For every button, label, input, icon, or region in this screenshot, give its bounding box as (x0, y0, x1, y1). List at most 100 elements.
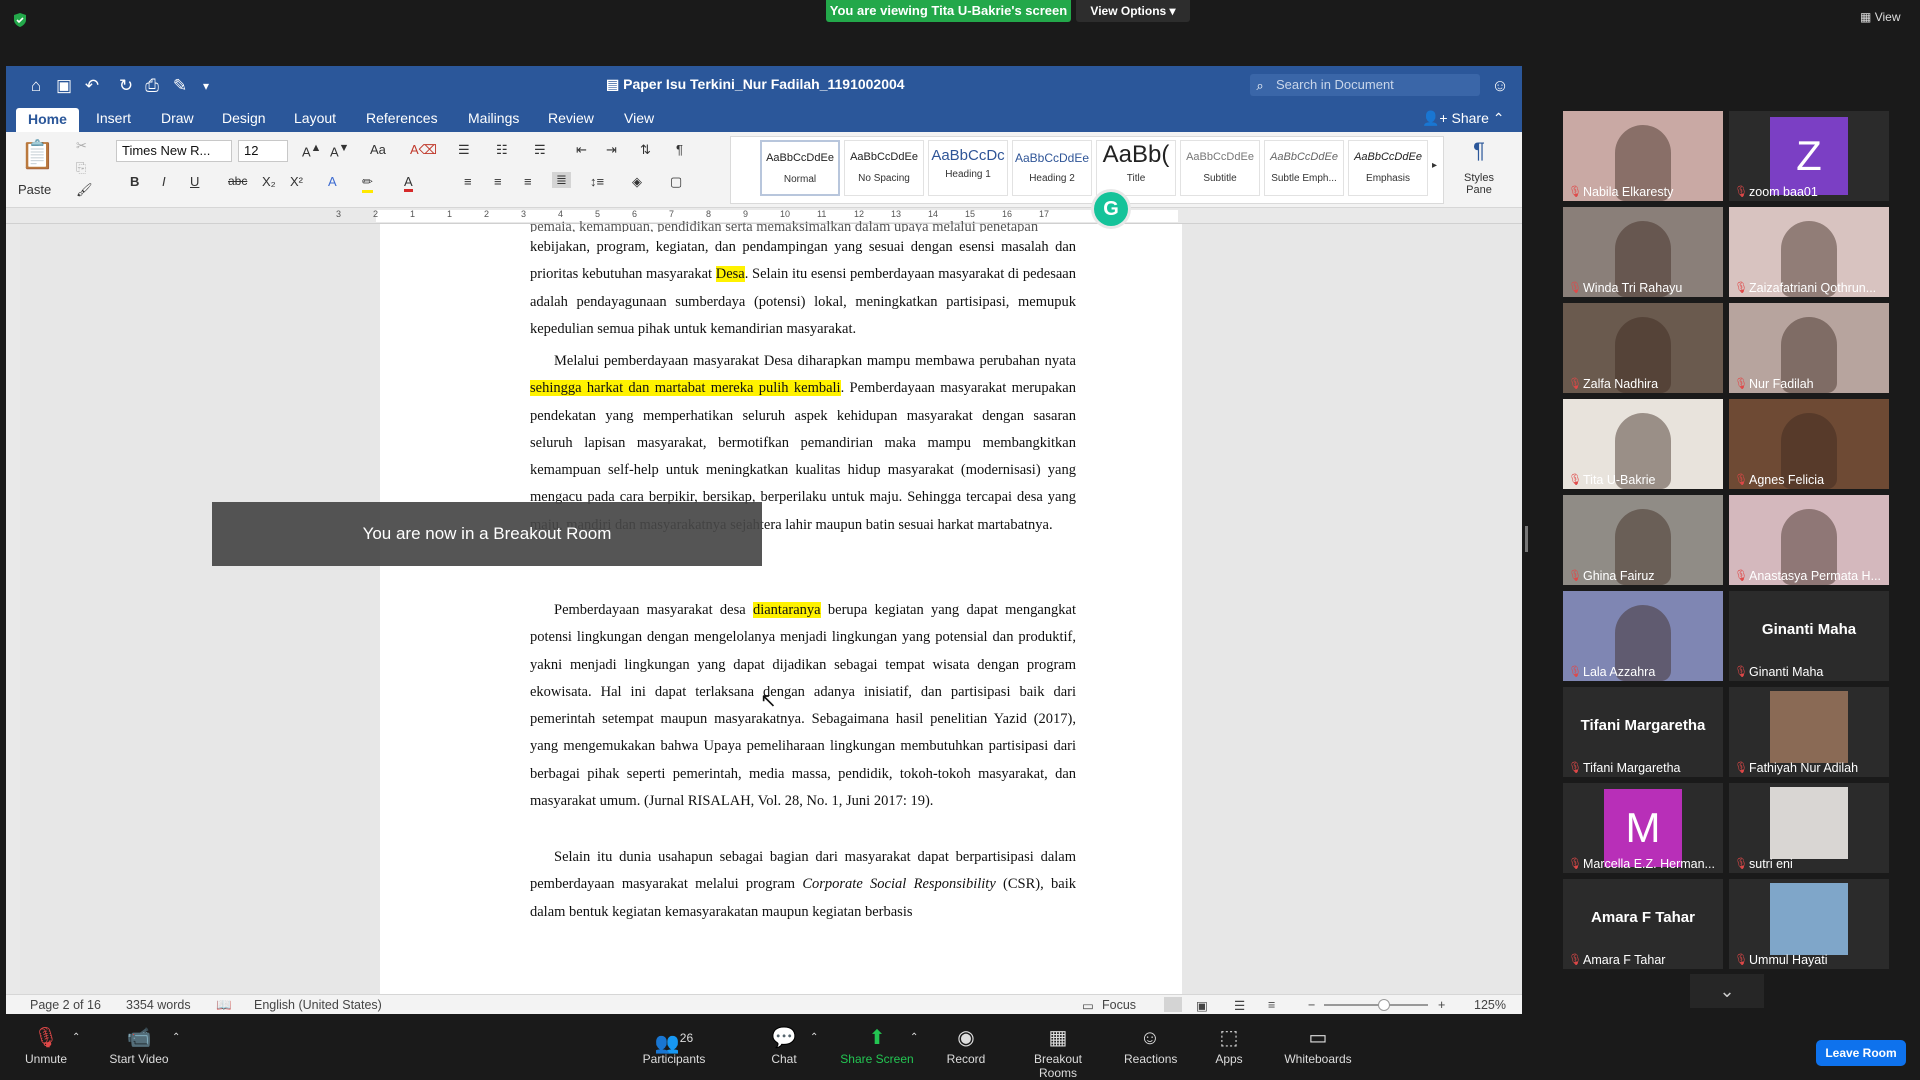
grow-font-icon[interactable]: A▲ (302, 142, 321, 159)
justify-icon[interactable]: ≣ (552, 172, 571, 188)
vertical-ruler[interactable] (6, 224, 20, 994)
clear-formatting-icon[interactable]: A⌫ (410, 142, 437, 158)
apps-button[interactable]: ⬚ Apps (1212, 1020, 1246, 1066)
language-indicator[interactable]: English (United States) (254, 998, 382, 1012)
participant-tile[interactable]: 🎙 Zalfa Nadhira (1563, 303, 1723, 393)
edit-icon[interactable]: ✎ (170, 76, 190, 96)
tab-review[interactable]: Review (548, 110, 594, 126)
align-center-icon[interactable]: ≡ (494, 174, 502, 189)
underline-button[interactable]: U (190, 174, 199, 189)
gallery-more-icon[interactable]: ▸ (1432, 160, 1437, 171)
start-video-button[interactable]: 📹 Start Video (104, 1020, 174, 1066)
draft-view-icon[interactable]: ≡ (1268, 998, 1275, 1012)
participant-tile[interactable]: 🎙 sutri eni (1729, 783, 1889, 873)
security-shield-icon[interactable] (12, 12, 28, 28)
participant-tile[interactable]: 🎙 Winda Tri Rahayu (1563, 207, 1723, 297)
home-icon[interactable]: ⌂ (26, 76, 46, 96)
paste-button[interactable]: Paste (18, 182, 51, 197)
share-screen-button[interactable]: ⬆ Share Screen (840, 1020, 914, 1066)
zoom-level[interactable]: 125% (1474, 998, 1506, 1012)
font-color-icon[interactable]: A (404, 174, 413, 192)
line-spacing-icon[interactable]: ↕≡ (590, 174, 604, 189)
text-effects-icon[interactable]: A (328, 174, 337, 189)
tab-design[interactable]: Design (222, 110, 266, 126)
highlight-color-icon[interactable]: ✏ (362, 174, 373, 193)
tab-references[interactable]: References (366, 110, 438, 126)
record-button[interactable]: ◉ Record (944, 1020, 988, 1066)
participant-tile[interactable]: 🎙 Fathiyah Nur Adilah (1729, 687, 1889, 777)
audio-options-chevron-icon[interactable]: ⌃ (72, 1032, 80, 1043)
font-name-select[interactable]: Times New R... (116, 140, 232, 162)
gallery-scroll-down-icon[interactable]: ⌄ (1690, 974, 1764, 1008)
word-count[interactable]: 3354 words (126, 998, 191, 1012)
tab-view[interactable]: View (624, 110, 654, 126)
borders-icon[interactable]: ▢ (670, 174, 682, 190)
view-options-button[interactable]: View Options ▾ (1076, 0, 1190, 22)
participant-tile[interactable]: 🎙 Agnes Felicia (1729, 399, 1889, 489)
tab-mailings[interactable]: Mailings (468, 110, 519, 126)
show-formatting-icon[interactable]: ¶ (676, 142, 683, 157)
unmute-button[interactable]: 🎙 Unmute (18, 1020, 74, 1066)
page-indicator[interactable]: Page 2 of 16 (30, 998, 101, 1012)
web-layout-icon[interactable]: ▣ (1196, 998, 1208, 1013)
share-options-chevron-icon[interactable]: ⌃ (910, 1032, 918, 1043)
panel-resize-handle[interactable] (1525, 526, 1528, 552)
styles-pane-icon[interactable]: ¶ (1454, 138, 1504, 164)
tab-insert[interactable]: Insert (96, 110, 131, 126)
subscript-button[interactable]: X₂ (262, 174, 276, 189)
undo-icon[interactable]: ↶ (82, 76, 102, 96)
change-case-icon[interactable]: Aa (370, 142, 386, 157)
video-options-chevron-icon[interactable]: ⌃ (172, 1032, 180, 1043)
reactions-button[interactable]: ☺ Reactions (1124, 1020, 1177, 1066)
zoom-slider[interactable] (1324, 1004, 1428, 1006)
participant-tile[interactable]: M 🎙 Marcella E.Z. Herman... (1563, 783, 1723, 873)
clipboard-icon[interactable]: 📋 (20, 138, 55, 178)
copy-icon[interactable]: ⎘ (76, 160, 86, 176)
view-button[interactable]: ▦ View (1860, 10, 1900, 24)
style-heading-1[interactable]: AaBbCcDc Heading 1 (928, 140, 1008, 196)
feedback-icon[interactable]: ☺ (1490, 76, 1510, 96)
participant-tile[interactable]: 🎙 Nabila Elkaresty (1563, 111, 1723, 201)
customize-toolbar-icon[interactable]: ▾ (196, 76, 216, 96)
participant-tile[interactable]: 🎙 Lala Azzahra (1563, 591, 1723, 681)
bullets-icon[interactable]: ☰ (458, 142, 470, 158)
format-painter-icon[interactable]: 🖌 (76, 182, 93, 198)
styles-pane-button[interactable]: Styles Pane (1452, 172, 1506, 196)
style-no-spacing[interactable]: AaBbCcDdEe No Spacing (844, 140, 924, 196)
focus-button[interactable]: Focus (1102, 998, 1136, 1012)
cut-icon[interactable]: ✂ (76, 138, 87, 154)
leave-room-button[interactable]: Leave Room (1816, 1040, 1906, 1066)
participant-tile[interactable]: 🎙 Ummul Hayati (1729, 879, 1889, 969)
tab-draw[interactable]: Draw (161, 110, 194, 126)
multilevel-list-icon[interactable]: ☴ (534, 142, 546, 158)
shading-icon[interactable]: ◈ (632, 174, 642, 190)
decrease-indent-icon[interactable]: ⇤ (576, 142, 587, 158)
strikethrough-button[interactable]: abc (228, 174, 247, 188)
redo-icon[interactable]: ↻ (116, 76, 136, 96)
search-input[interactable]: Search in Document (1250, 74, 1480, 96)
share-button[interactable]: 👤+ Share ⌃ (1422, 110, 1504, 127)
document-canvas[interactable]: pemaia, kemampuan, pendidikan serta mema… (20, 219, 1522, 994)
style-heading-2[interactable]: AaBbCcDdEe Heading 2 (1012, 140, 1092, 196)
style-normal[interactable]: AaBbCcDdEe Normal (760, 140, 840, 196)
participant-tile[interactable]: 🎙 Tita U-Bakrie (1563, 399, 1723, 489)
document-page[interactable]: pemaia, kemampuan, pendidikan serta mema… (380, 219, 1182, 994)
italic-button[interactable]: I (162, 174, 166, 189)
font-size-select[interactable]: 12 (238, 140, 288, 162)
style-subtle-emphasis[interactable]: AaBbCcDdEe Subtle Emph... (1264, 140, 1344, 196)
tab-layout[interactable]: Layout (294, 110, 336, 126)
chat-button[interactable]: 💬 Chat (766, 1020, 802, 1066)
proofing-icon[interactable]: 📖 (216, 998, 232, 1013)
collapse-ribbon-icon[interactable]: ⌃ (1493, 110, 1505, 126)
increase-indent-icon[interactable]: ⇥ (606, 142, 617, 158)
style-subtitle[interactable]: AaBbCcDdEe Subtitle (1180, 140, 1260, 196)
shrink-font-icon[interactable]: A▼ (330, 142, 349, 159)
style-title[interactable]: AaBb(Title (1096, 140, 1176, 196)
chat-options-chevron-icon[interactable]: ⌃ (810, 1032, 818, 1043)
bold-button[interactable]: B (130, 174, 139, 189)
zoom-in-icon[interactable]: + (1438, 998, 1445, 1012)
superscript-button[interactable]: X² (290, 174, 303, 189)
participant-tile[interactable]: 🎙 Ghina Fairuz (1563, 495, 1723, 585)
outline-view-icon[interactable]: ☰ (1234, 998, 1245, 1013)
grammarly-icon[interactable]: G (1094, 192, 1128, 226)
